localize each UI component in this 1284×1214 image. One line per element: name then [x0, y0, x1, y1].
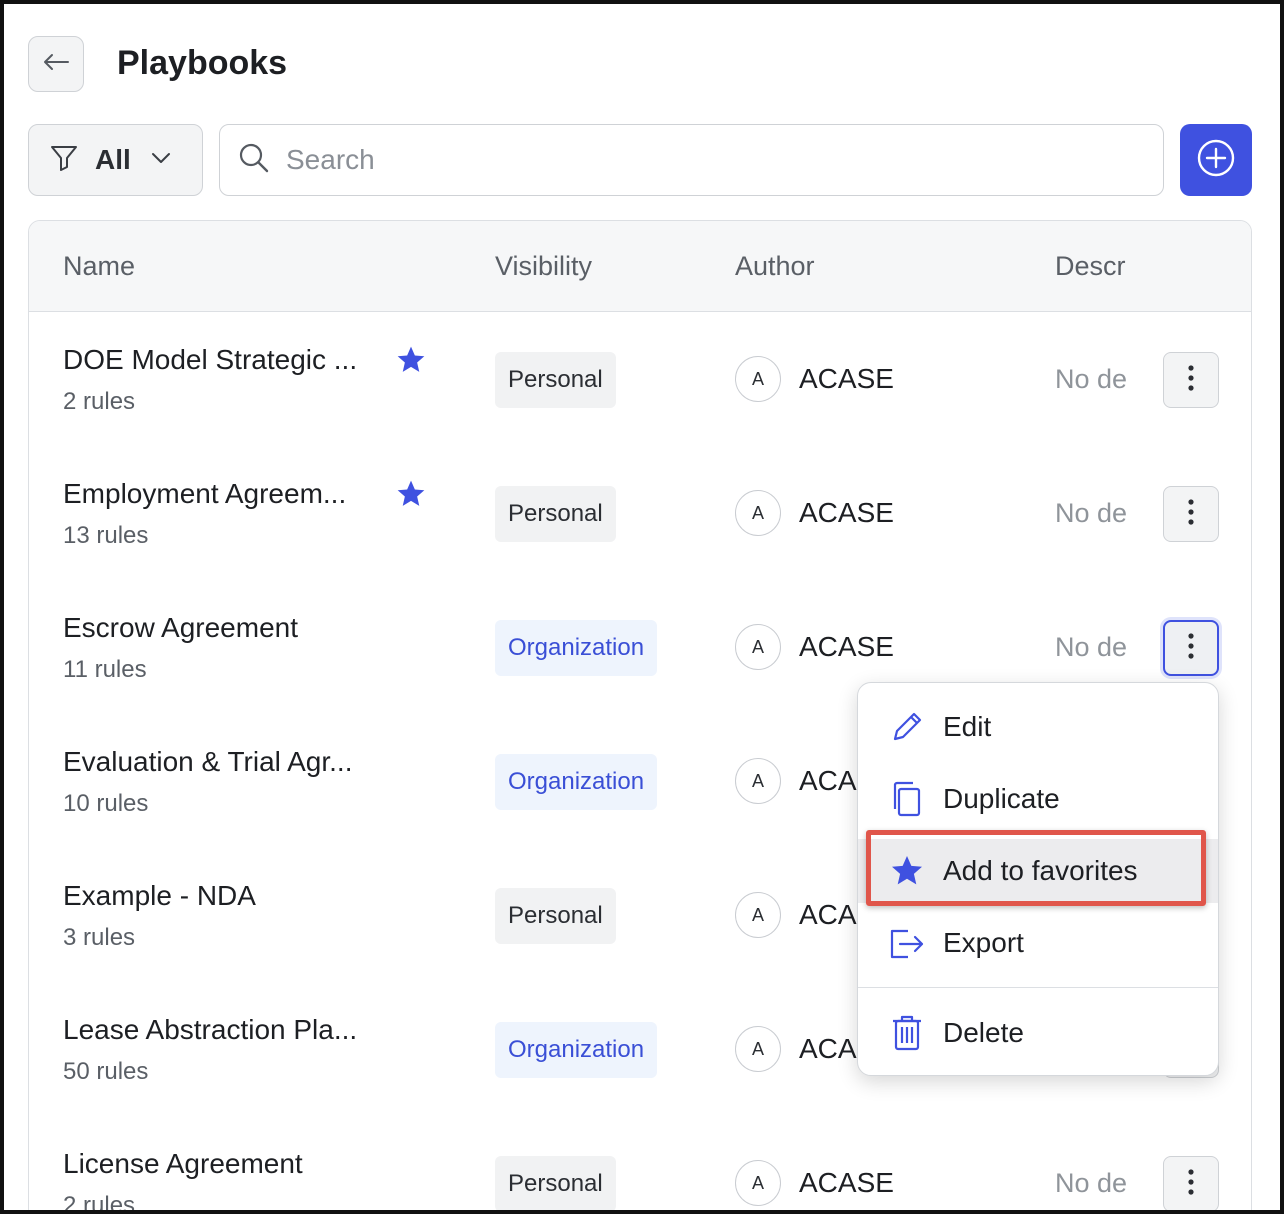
table-row[interactable]: Employment Agreem... 13 rules Personal A ACA…: [29, 446, 1251, 581]
menu-item-add-to-favorites[interactable]: Add to favorites: [858, 839, 1218, 903]
avatar: A: [735, 356, 781, 402]
author-name: ACASE: [799, 363, 894, 394]
description-text: No de: [1055, 498, 1128, 528]
more-vertical-icon: [1187, 1168, 1195, 1201]
plus-circle-icon: [1196, 138, 1236, 183]
rule-count: 10 rules: [63, 790, 149, 817]
description-text: No de: [1055, 1168, 1128, 1198]
menu-item-edit[interactable]: Edit: [858, 695, 1218, 759]
trash-icon: [888, 1013, 926, 1053]
back-button[interactable]: [28, 36, 84, 92]
more-actions-button[interactable]: [1163, 352, 1219, 408]
more-actions-button[interactable]: [1163, 1156, 1219, 1210]
menu-item-label: Edit: [943, 711, 992, 742]
author-name: ACASE: [799, 631, 894, 662]
rule-count: 2 rules: [63, 388, 136, 415]
visibility-badge: Personal: [495, 1156, 616, 1210]
favorite-star-icon[interactable]: [395, 344, 427, 381]
playbook-name[interactable]: Employment Agreem...: [63, 478, 346, 510]
avatar: A: [735, 490, 781, 536]
more-actions-button[interactable]: [1163, 486, 1219, 542]
rule-count: 3 rules: [63, 924, 136, 951]
visibility-badge: Personal: [495, 888, 616, 944]
menu-item-label: Export: [943, 927, 1024, 958]
playbook-name[interactable]: Example - NDA: [63, 880, 256, 912]
search-input[interactable]: [284, 143, 1088, 177]
menu-item-label: Add to favorites: [943, 855, 1138, 886]
table-row[interactable]: License Agreement 2 rules Personal A ACASE No…: [29, 1116, 1251, 1214]
filter-label: All: [95, 144, 131, 175]
avatar: A: [735, 892, 781, 938]
star-icon: [888, 851, 926, 891]
row-actions-menu: Edit Duplicate Add to favorites Export D…: [857, 682, 1219, 1076]
rule-count: 50 rules: [63, 1058, 149, 1085]
rule-count: 2 rules: [63, 1192, 136, 1214]
menu-item-export[interactable]: Export: [858, 911, 1218, 975]
more-vertical-icon: [1187, 364, 1195, 397]
more-vertical-icon: [1187, 632, 1195, 665]
menu-item-label: Duplicate: [943, 783, 1060, 814]
avatar: A: [735, 1160, 781, 1206]
playbook-name[interactable]: License Agreement: [63, 1148, 303, 1180]
filter-dropdown[interactable]: All: [28, 124, 203, 196]
search-field[interactable]: [219, 124, 1164, 196]
visibility-badge: Organization: [495, 1022, 658, 1078]
playbook-name[interactable]: DOE Model Strategic ...: [63, 344, 357, 376]
app-frame: Playbooks All Name Visibility Author Des…: [0, 0, 1284, 1214]
description-fade: [1129, 1164, 1141, 1204]
more-actions-button[interactable]: [1163, 620, 1219, 676]
menu-item-label: Delete: [943, 1017, 1024, 1048]
column-header-visibility[interactable]: Visibility: [495, 251, 592, 282]
visibility-badge: Organization: [495, 620, 658, 676]
table-row[interactable]: DOE Model Strategic ... 2 rules Personal A A…: [29, 312, 1251, 447]
rule-count: 11 rules: [63, 656, 147, 683]
column-header-name[interactable]: Name: [63, 251, 135, 282]
author-name: ACASE: [799, 497, 894, 528]
more-vertical-icon: [1187, 498, 1195, 531]
description-fade: [1129, 360, 1141, 400]
chevron-down-icon: [151, 151, 171, 170]
table-header: Name Visibility Author Descr: [29, 221, 1251, 312]
avatar: A: [735, 624, 781, 670]
column-header-description[interactable]: Descr: [1055, 251, 1129, 282]
favorite-star-icon[interactable]: [395, 478, 427, 515]
export-icon: [888, 923, 926, 963]
visibility-badge: Personal: [495, 486, 616, 542]
menu-item-duplicate[interactable]: Duplicate: [858, 767, 1218, 831]
arrow-left-icon: [42, 52, 70, 77]
description-text: No de: [1055, 632, 1128, 662]
description-text: No de: [1055, 364, 1128, 394]
playbook-name[interactable]: Lease Abstraction Pla...: [63, 1014, 357, 1046]
description-fade: [1129, 628, 1141, 668]
rule-count: 13 rules: [63, 522, 149, 549]
menu-item-delete[interactable]: Delete: [858, 1001, 1218, 1065]
avatar: A: [735, 1026, 781, 1072]
playbook-name[interactable]: Escrow Agreement: [63, 612, 298, 644]
visibility-badge: Organization: [495, 754, 658, 810]
author-name: ACASE: [799, 1167, 894, 1198]
page-title: Playbooks: [117, 44, 288, 82]
visibility-badge: Personal: [495, 352, 616, 408]
playbook-name[interactable]: Evaluation & Trial Agr...: [63, 746, 353, 778]
description-fade: [1129, 494, 1141, 534]
avatar: A: [735, 758, 781, 804]
add-playbook-button[interactable]: [1180, 124, 1252, 196]
funnel-icon: [49, 143, 79, 178]
search-icon: [238, 142, 270, 179]
column-header-author[interactable]: Author: [735, 251, 815, 282]
pencil-icon: [888, 707, 926, 747]
menu-divider: [858, 987, 1218, 988]
copy-icon: [888, 779, 926, 819]
